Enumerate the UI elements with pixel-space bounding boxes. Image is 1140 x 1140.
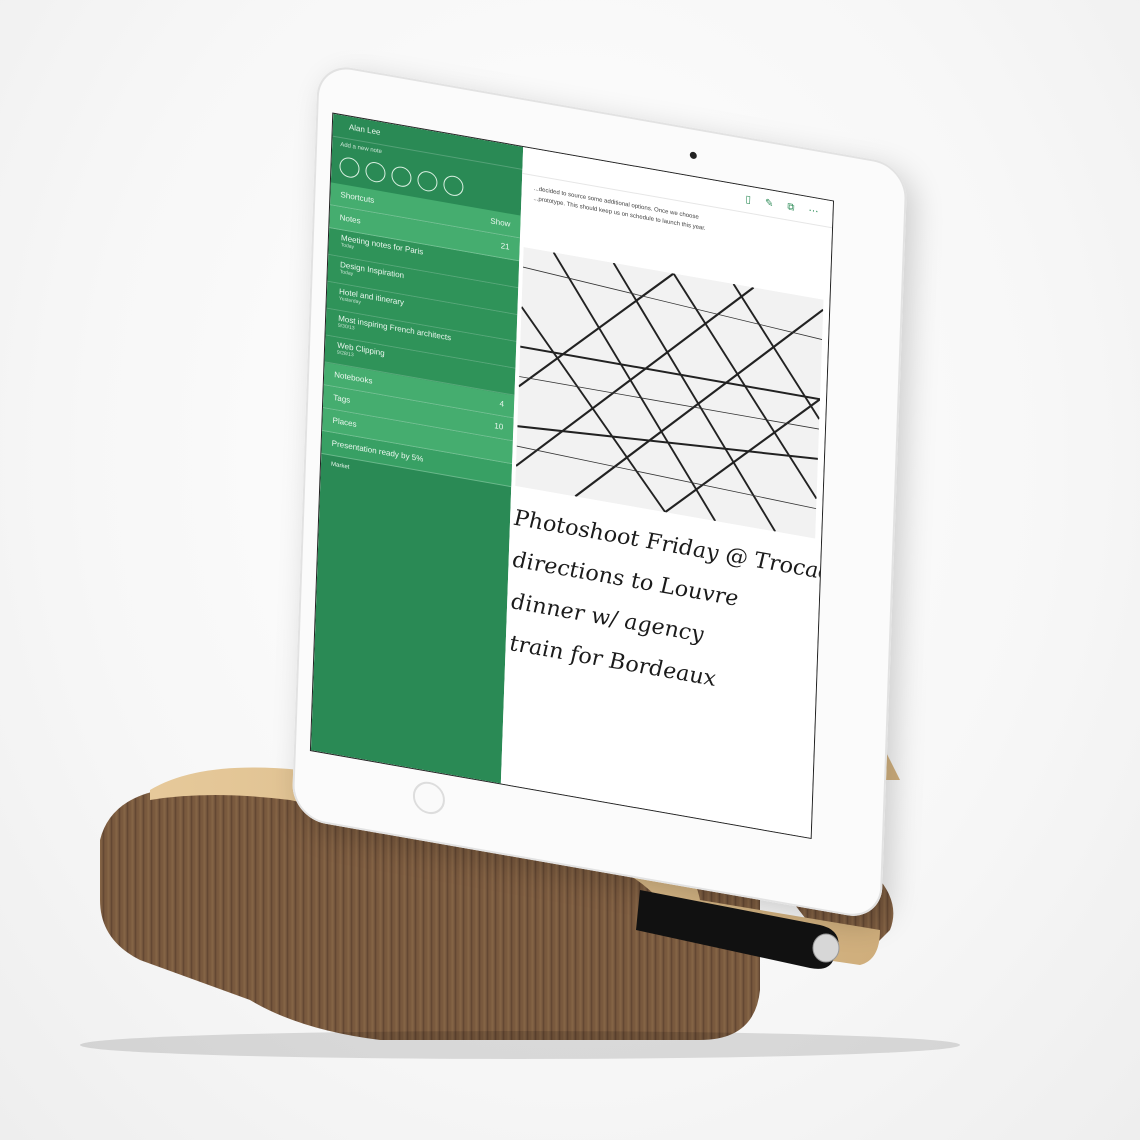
product-scene: Alan Lee Add a new note Shortcuts Show N… bbox=[0, 0, 1140, 1140]
stylus-icon[interactable] bbox=[636, 890, 840, 969]
stylus-layer bbox=[636, 890, 840, 969]
